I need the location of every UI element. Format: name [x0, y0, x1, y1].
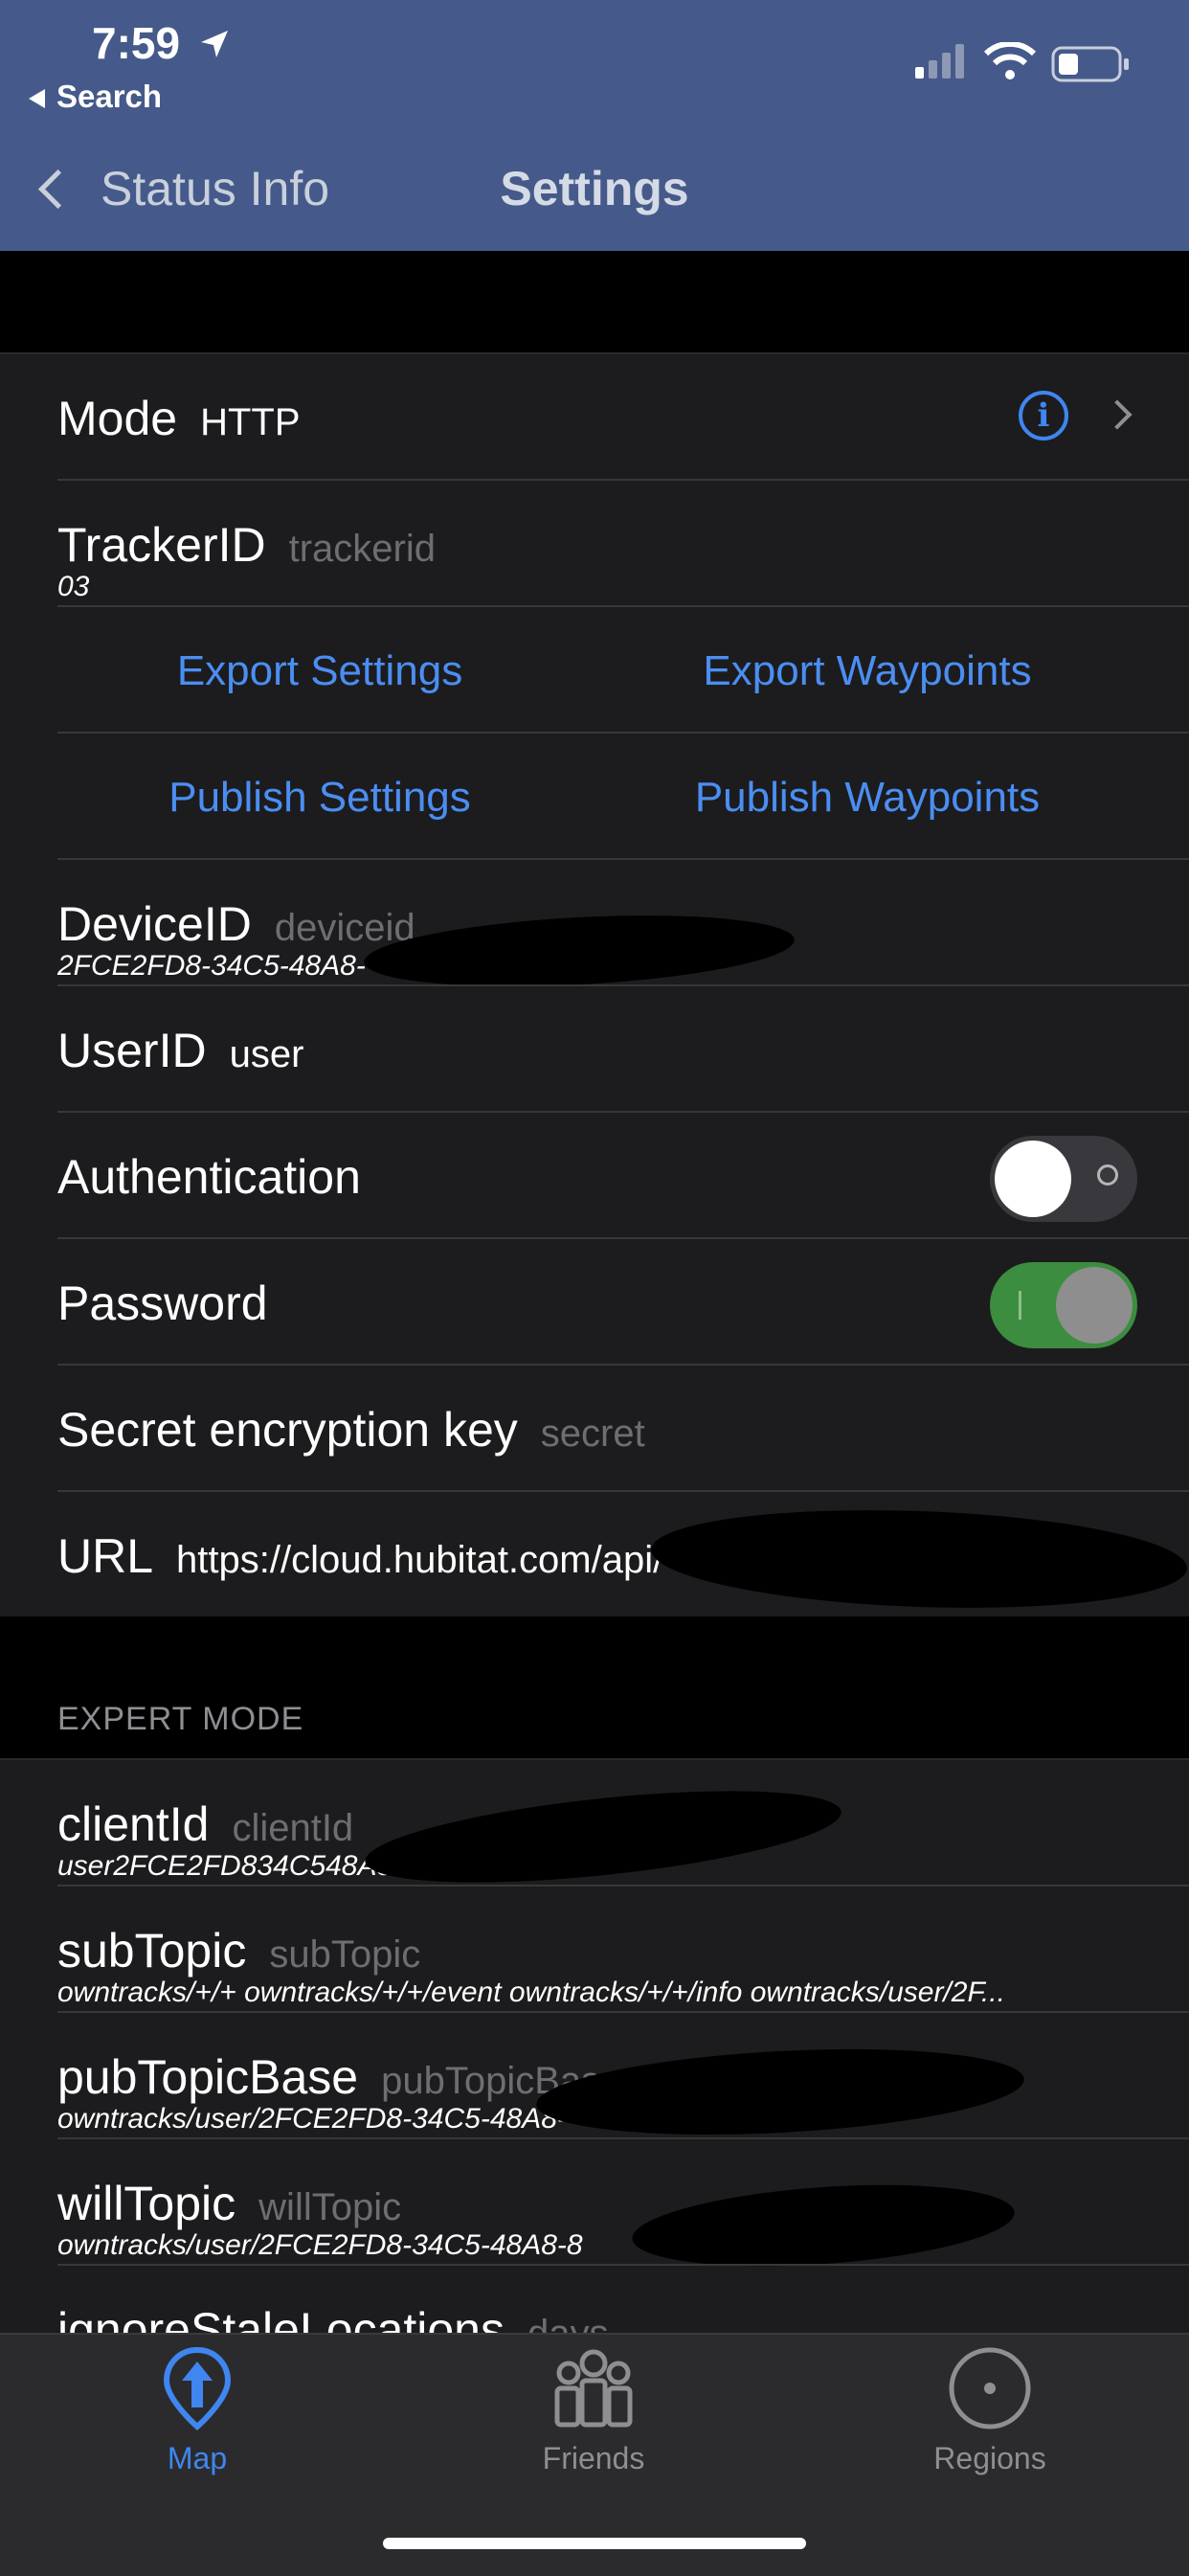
expert-mode-header: EXPERT MODE	[57, 1701, 304, 1737]
client-id-value: user2FCE2FD834C548A8	[57, 1850, 393, 1882]
tab-friends[interactable]: Friends	[498, 2344, 689, 2476]
password-toggle[interactable]	[990, 1262, 1137, 1348]
cellular-signal-icon	[915, 44, 964, 79]
publish-row: Publish Settings Publish Waypoints	[0, 734, 1189, 860]
sub-topic-row[interactable]: subTopic subTopic owntracks/+/+ owntracks…	[0, 1887, 1189, 2013]
sub-topic-label: subTopic	[57, 1924, 247, 1977]
device-id-value: 2FCE2FD8-34C5-48A8-	[57, 950, 366, 982]
authentication-label: Authentication	[57, 1150, 361, 1204]
redaction-mark	[649, 1502, 1189, 1616]
sub-topic-placeholder: subTopic	[269, 1933, 421, 1976]
password-row: Password	[0, 1239, 1189, 1366]
user-id-value: user	[229, 1033, 304, 1075]
tracker-id-row[interactable]: TrackerID trackerid 03	[0, 481, 1189, 607]
user-id-row[interactable]: UserID user	[0, 986, 1189, 1113]
info-icon[interactable]: i	[1019, 391, 1068, 441]
mode-row[interactable]: Mode HTTP i	[0, 354, 1189, 481]
back-triangle-icon	[29, 89, 45, 109]
expert-group: clientId clientId user2FCE2FD834C548A8 su…	[0, 1758, 1189, 2357]
authentication-row: Authentication	[0, 1113, 1189, 1239]
will-topic-label: willTopic	[57, 2177, 236, 2230]
will-topic-placeholder: willTopic	[258, 2186, 402, 2228]
pub-topic-base-row[interactable]: pubTopicBase pubTopicBase owntracks/user/…	[0, 2013, 1189, 2146]
redaction-mark	[629, 2174, 1018, 2277]
settings-group: Mode HTTP i TrackerID trackerid 03 Export …	[0, 352, 1189, 1616]
secret-placeholder: secret	[540, 1412, 645, 1455]
mode-label: Mode	[57, 392, 178, 445]
will-topic-value: owntracks/user/2FCE2FD8-34C5-48A8-8	[57, 2229, 583, 2261]
secret-row[interactable]: Secret encryption key secret	[0, 1366, 1189, 1492]
publish-settings-button[interactable]: Publish Settings	[52, 774, 588, 822]
status-time: 7:59	[92, 18, 181, 68]
export-row: Export Settings Export Waypoints	[0, 607, 1189, 734]
friends-icon	[554, 2349, 633, 2428]
authentication-toggle[interactable]	[990, 1136, 1137, 1222]
pub-topic-base-label: pubTopicBase	[57, 2050, 359, 2104]
redaction-mark	[361, 1774, 845, 1900]
client-id-label: clientId	[57, 1797, 210, 1851]
location-arrow-icon	[201, 31, 228, 57]
page-title: Settings	[500, 162, 689, 215]
tab-map[interactable]: Map	[101, 2344, 293, 2476]
client-id-row[interactable]: clientId clientId user2FCE2FD834C548A8	[0, 1760, 1189, 1900]
regions-icon	[949, 2347, 1031, 2429]
will-topic-row[interactable]: willTopic willTopic owntracks/user/2FCE2F…	[0, 2139, 1189, 2277]
user-id-label: UserID	[57, 1024, 207, 1077]
url-row[interactable]: URL https://cloud.hubitat.com/api/	[0, 1492, 1189, 1618]
sub-topic-value: owntracks/+/+ owntracks/+/+/event owntra…	[57, 1977, 1005, 2008]
secret-label: Secret encryption key	[57, 1403, 518, 1457]
tab-regions[interactable]: Regions	[894, 2344, 1086, 2476]
device-id-label: DeviceID	[57, 897, 252, 951]
chevron-right-icon	[1102, 399, 1133, 430]
password-label: Password	[57, 1277, 268, 1330]
home-indicator[interactable]	[383, 2538, 806, 2549]
wifi-icon	[984, 42, 1036, 79]
tracker-id-placeholder: trackerid	[288, 528, 436, 570]
back-to-search[interactable]: Search	[29, 79, 162, 115]
export-waypoints-button[interactable]: Export Waypoints	[599, 647, 1135, 695]
tracker-id-label: TrackerID	[57, 518, 266, 572]
url-label: URL	[57, 1529, 154, 1583]
map-pin-icon	[163, 2346, 232, 2430]
battery-icon	[1051, 46, 1129, 82]
device-id-row[interactable]: DeviceID deviceid 2FCE2FD8-34C5-48A8-	[0, 860, 1189, 996]
publish-waypoints-button[interactable]: Publish Waypoints	[599, 774, 1135, 822]
redaction-mark	[362, 906, 796, 996]
client-id-placeholder: clientId	[232, 1807, 354, 1849]
pub-topic-base-value: owntracks/user/2FCE2FD8-34C5-48A8-	[57, 2103, 567, 2135]
tracker-id-value: 03	[57, 571, 90, 602]
mode-value: HTTP	[200, 401, 301, 443]
navigation-header: 7:59 Search Status Info Settings	[0, 0, 1189, 251]
export-settings-button[interactable]: Export Settings	[52, 647, 588, 695]
url-value: https://cloud.hubitat.com/api/	[176, 1539, 664, 1581]
